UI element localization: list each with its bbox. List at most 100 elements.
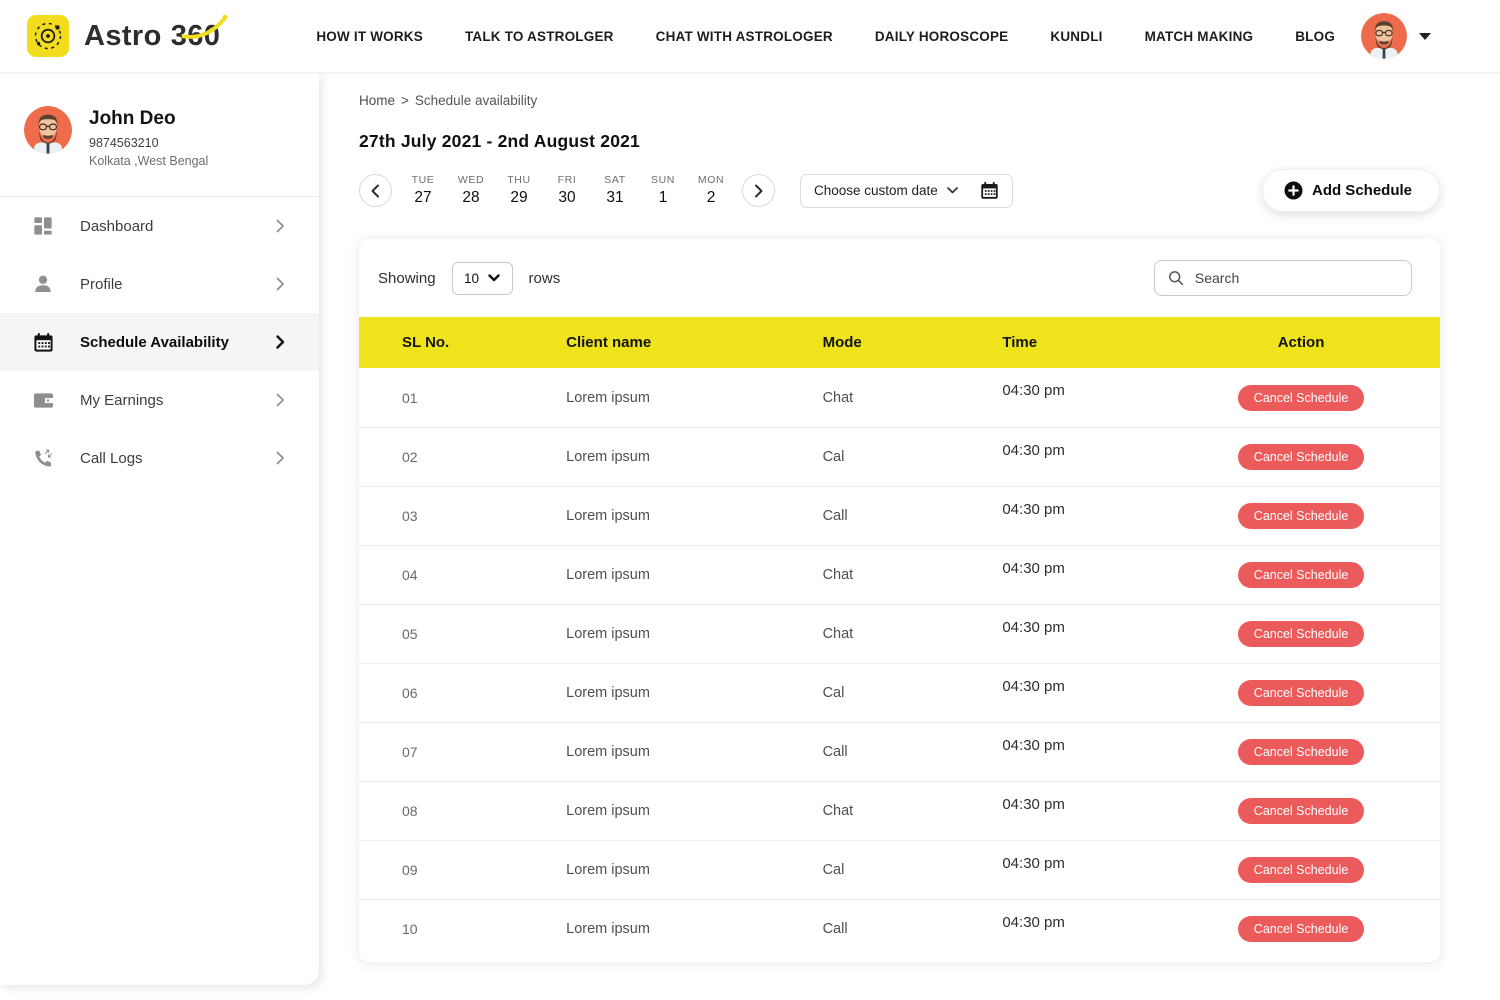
- week-day-date: 29: [495, 189, 543, 207]
- chevron-right-icon: [276, 393, 285, 407]
- sidebar-item-schedule-availability[interactable]: Schedule Availability: [0, 313, 319, 371]
- nav-item[interactable]: DAILY HOROSCOPE: [875, 29, 1009, 44]
- nav-item[interactable]: HOW IT WORKS: [316, 29, 423, 44]
- search-box[interactable]: [1154, 260, 1412, 296]
- cell-client-name: Lorem ipsum: [521, 390, 780, 406]
- cell-time: 04:30 pm: [964, 546, 1202, 577]
- cancel-schedule-button[interactable]: Cancel Schedule: [1238, 385, 1365, 411]
- cell-client-name: Lorem ipsum: [521, 508, 780, 524]
- sidebar-item-label: Dashboard: [80, 218, 153, 235]
- cancel-schedule-button[interactable]: Cancel Schedule: [1238, 916, 1365, 942]
- cell-client-name: Lorem ipsum: [521, 803, 780, 819]
- search-icon: [1168, 269, 1184, 287]
- cancel-schedule-button[interactable]: Cancel Schedule: [1238, 503, 1365, 529]
- week-day-date: 30: [543, 189, 591, 207]
- nav-item[interactable]: CHAT WITH ASTROLOGER: [656, 29, 833, 44]
- cell-client-name: Lorem ipsum: [521, 862, 780, 878]
- table-row: 09 Lorem ipsum Cal 04:30 pm Cancel Sched…: [359, 840, 1440, 899]
- chevron-right-icon: [754, 184, 763, 198]
- top-navbar: Astro 360 HOW IT WORKS TALK TO ASTROLGER…: [0, 0, 1500, 73]
- cell-time: 04:30 pm: [964, 723, 1202, 754]
- cell-mode: Call: [781, 744, 965, 760]
- cell-sl: 04: [359, 567, 521, 583]
- week-day[interactable]: SAT 31: [591, 174, 639, 207]
- cell-mode: Call: [781, 508, 965, 524]
- cell-mode: Cal: [781, 862, 965, 878]
- brand-name: Astro 360: [84, 20, 220, 53]
- chevron-left-icon: [371, 184, 380, 198]
- table-row: 08 Lorem ipsum Chat 04:30 pm Cancel Sche…: [359, 781, 1440, 840]
- phone-call-icon: [31, 448, 55, 469]
- dashboard-grid-icon: [31, 216, 55, 236]
- table-row: 10 Lorem ipsum Call 04:30 pm Cancel Sche…: [359, 899, 1440, 958]
- search-input[interactable]: [1195, 270, 1398, 286]
- cell-time: 04:30 pm: [964, 368, 1202, 399]
- column-header-time: Time: [964, 334, 1202, 351]
- cancel-schedule-button[interactable]: Cancel Schedule: [1238, 739, 1365, 765]
- caret-down-icon[interactable]: [1419, 33, 1431, 40]
- page-title: 27th July 2021 - 2nd August 2021: [359, 131, 1440, 152]
- cell-sl: 05: [359, 626, 521, 642]
- cell-client-name: Lorem ipsum: [521, 921, 780, 937]
- cell-sl: 07: [359, 744, 521, 760]
- cancel-schedule-button[interactable]: Cancel Schedule: [1238, 857, 1365, 883]
- schedule-table-card: Showing 10 rows SL No. Client name M: [359, 239, 1440, 962]
- brand-logo[interactable]: Astro 360: [27, 15, 220, 57]
- cell-client-name: Lorem ipsum: [521, 567, 780, 583]
- table-toolbar: Showing 10 rows: [359, 239, 1440, 317]
- breadcrumb-home[interactable]: Home: [359, 93, 395, 108]
- calendar-icon[interactable]: [980, 181, 999, 200]
- user-avatar: [24, 106, 72, 154]
- cell-time: 04:30 pm: [964, 900, 1202, 931]
- cell-mode: Chat: [781, 626, 965, 642]
- cell-client-name: Lorem ipsum: [521, 744, 780, 760]
- week-strip: TUE 27 WED 28 THU 29 FRI: [399, 174, 735, 207]
- cell-time: 04:30 pm: [964, 782, 1202, 813]
- cell-sl: 10: [359, 921, 521, 937]
- week-day[interactable]: THU 29: [495, 174, 543, 207]
- week-prev-button[interactable]: [359, 174, 392, 207]
- week-day-name: FRI: [543, 174, 591, 186]
- add-schedule-button[interactable]: Add Schedule: [1262, 169, 1440, 212]
- custom-date-picker[interactable]: Choose custom date: [800, 174, 1013, 208]
- cancel-schedule-button[interactable]: Cancel Schedule: [1238, 562, 1365, 588]
- column-header-client: Client name: [521, 334, 780, 351]
- sidebar-item-label: Profile: [80, 276, 123, 293]
- nav-item[interactable]: TALK TO ASTROLGER: [465, 29, 614, 44]
- cell-mode: Chat: [781, 803, 965, 819]
- week-day[interactable]: MON 2: [687, 174, 735, 207]
- cancel-schedule-button[interactable]: Cancel Schedule: [1238, 621, 1365, 647]
- week-day[interactable]: SUN 1: [639, 174, 687, 207]
- sidebar-item-label: Call Logs: [80, 450, 143, 467]
- week-day-date: 31: [591, 189, 639, 207]
- week-day[interactable]: FRI 30: [543, 174, 591, 207]
- cell-client-name: Lorem ipsum: [521, 449, 780, 465]
- cell-time: 04:30 pm: [964, 841, 1202, 872]
- sidebar-item-dashboard[interactable]: Dashboard: [0, 197, 319, 255]
- user-phone: 9874563210: [89, 136, 208, 150]
- cancel-schedule-button[interactable]: Cancel Schedule: [1238, 444, 1365, 470]
- nav-item[interactable]: KUNDLI: [1050, 29, 1102, 44]
- brand-name-secondary: 360: [171, 20, 221, 53]
- nav-item[interactable]: MATCH MAKING: [1145, 29, 1254, 44]
- wallet-icon: [31, 391, 55, 410]
- cancel-schedule-button[interactable]: Cancel Schedule: [1238, 798, 1365, 824]
- user-avatar[interactable]: [1361, 13, 1407, 59]
- cell-mode: Chat: [781, 567, 965, 583]
- sidebar-item-profile[interactable]: Profile: [0, 255, 319, 313]
- week-day-date: 2: [687, 189, 735, 207]
- cell-time: 04:30 pm: [964, 664, 1202, 695]
- week-next-button[interactable]: [742, 174, 775, 207]
- sidebar-item-my-earnings[interactable]: My Earnings: [0, 371, 319, 429]
- nav-item[interactable]: BLOG: [1295, 29, 1335, 44]
- plus-circle-icon: [1284, 181, 1303, 200]
- cancel-schedule-button[interactable]: Cancel Schedule: [1238, 680, 1365, 706]
- week-day[interactable]: TUE 27: [399, 174, 447, 207]
- main-content: Home > Schedule availability 27th July 2…: [319, 73, 1500, 962]
- breadcrumb: Home > Schedule availability: [359, 93, 1440, 108]
- user-menu[interactable]: [1361, 13, 1431, 59]
- cell-mode: Cal: [781, 449, 965, 465]
- week-day[interactable]: WED 28: [447, 174, 495, 207]
- sidebar-item-call-logs[interactable]: Call Logs: [0, 429, 319, 487]
- page-size-select[interactable]: 10: [452, 262, 513, 295]
